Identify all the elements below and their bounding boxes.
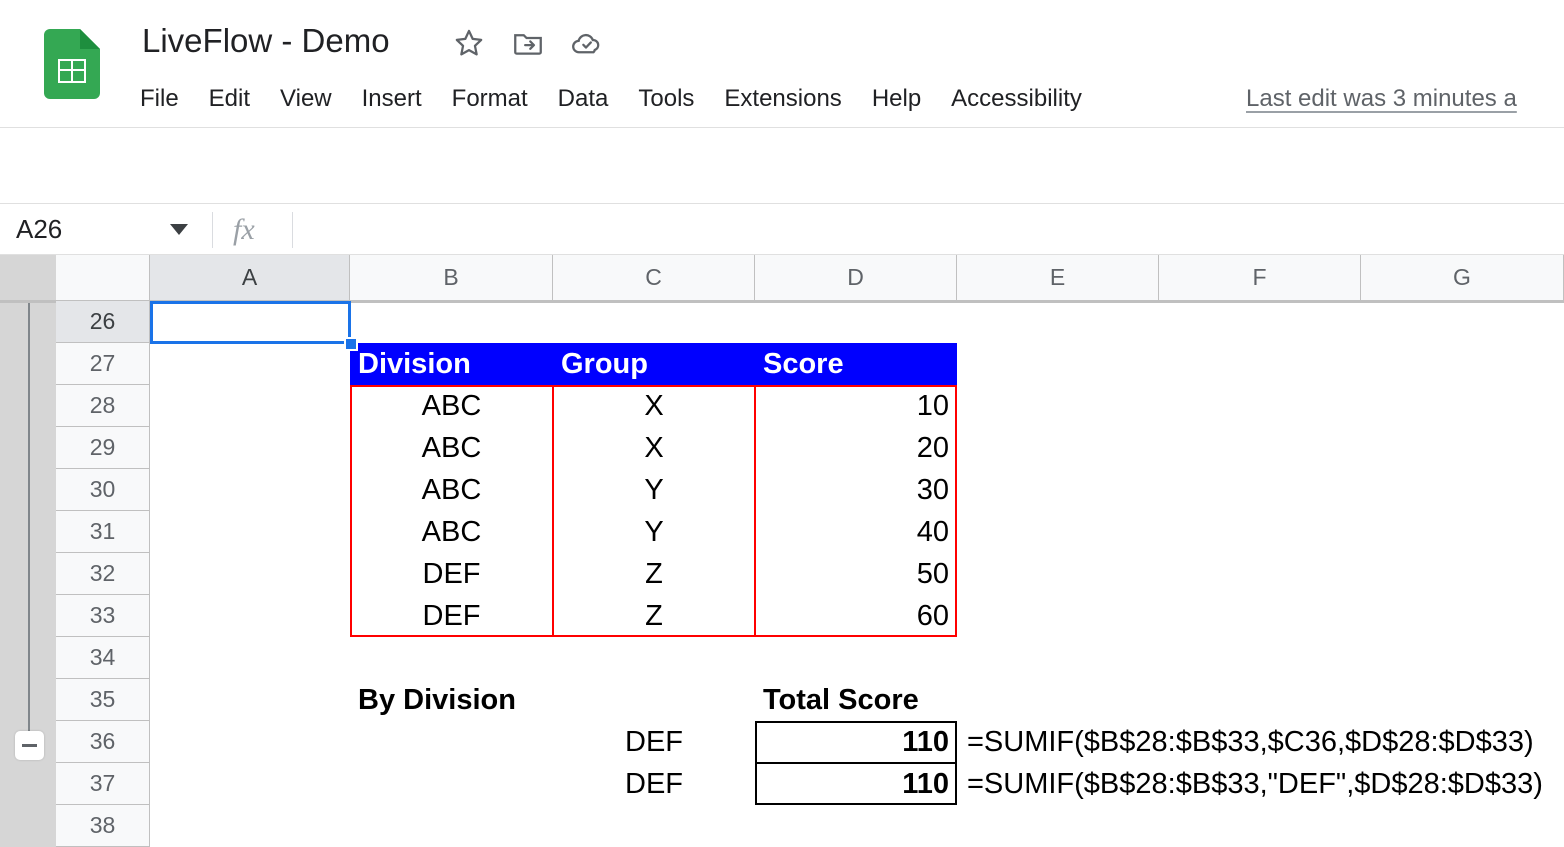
menu-item-tools[interactable]: Tools xyxy=(623,78,709,120)
row-header-33[interactable]: 33 xyxy=(56,595,150,637)
row-header-36[interactable]: 36 xyxy=(56,721,150,763)
cell-b29[interactable]: ABC xyxy=(350,427,553,469)
toolbar: 100% $ % .0 .00 123 Default (Ari... 10 B… xyxy=(0,127,1564,316)
menu-item-edit[interactable]: Edit xyxy=(194,78,265,120)
column-header-g[interactable]: G xyxy=(1361,255,1564,300)
row-header-37[interactable]: 37 xyxy=(56,763,150,805)
menu-bar: File Edit View Insert Format Data Tools … xyxy=(140,78,1097,120)
cell-c36[interactable]: DEF xyxy=(553,721,755,763)
row-header-27[interactable]: 27 xyxy=(56,343,150,385)
row-header-30[interactable]: 30 xyxy=(56,469,150,511)
cell-c29[interactable]: X xyxy=(553,427,755,469)
row-header-26[interactable]: 26 xyxy=(56,301,150,343)
formula-bar: A26 fx xyxy=(0,203,1564,255)
row-group-gutter-corner xyxy=(0,255,56,300)
cell-d35[interactable]: Total Score xyxy=(755,679,957,721)
cell-c31[interactable]: Y xyxy=(553,511,755,553)
name-box[interactable]: A26 xyxy=(0,204,212,254)
cell-c30[interactable]: Y xyxy=(553,469,755,511)
column-header-e[interactable]: E xyxy=(957,255,1159,300)
row-header-38[interactable]: 38 xyxy=(56,805,150,847)
collapse-group-icon[interactable] xyxy=(15,731,44,760)
menu-item-data[interactable]: Data xyxy=(543,78,624,120)
cell-d30[interactable]: 30 xyxy=(755,469,957,511)
name-box-chevron-down-icon[interactable] xyxy=(170,224,188,235)
document-title[interactable]: LiveFlow - Demo xyxy=(142,22,390,60)
formula-bar-divider-left xyxy=(212,212,213,248)
cell-d31[interactable]: 40 xyxy=(755,511,957,553)
cell-b27[interactable]: Division xyxy=(350,343,553,385)
cloud-saved-icon[interactable] xyxy=(570,26,604,60)
menu-item-file[interactable]: File xyxy=(140,78,194,120)
column-header-d[interactable]: D xyxy=(755,255,957,300)
title-bar: LiveFlow - Demo File Edit View Insert Fo… xyxy=(0,0,1564,127)
cell-d37[interactable]: 110 xyxy=(755,763,957,805)
cell-d33[interactable]: 60 xyxy=(755,595,957,637)
last-edit-status[interactable]: Last edit was 3 minutes a xyxy=(1246,78,1517,120)
spreadsheet-grid: ABCDEFG 26 27 28 29 30 31 32 33 34 35 36 37 38 Divis… xyxy=(0,255,1564,847)
row-group-bracket xyxy=(28,300,30,750)
row-header-29[interactable]: 29 xyxy=(56,427,150,469)
cell-e36[interactable]: =SUMIF($B$28:$B$33,$C36,$D$28:$D$33) xyxy=(957,721,1564,763)
cell-e37[interactable]: =SUMIF($B$28:$B$33,"DEF",$D$28:$D$33) xyxy=(957,763,1564,805)
cell-c32[interactable]: Z xyxy=(553,553,755,595)
menu-item-extensions[interactable]: Extensions xyxy=(709,78,856,120)
move-to-folder-icon[interactable] xyxy=(511,26,545,60)
cell-b33[interactable]: DEF xyxy=(350,595,553,637)
cell-d28[interactable]: 10 xyxy=(755,385,957,427)
fx-icon: fx xyxy=(233,213,255,246)
menu-item-format[interactable]: Format xyxy=(437,78,543,120)
cell-d36[interactable]: 110 xyxy=(755,721,957,763)
select-all-corner[interactable] xyxy=(56,255,150,300)
cell-c28[interactable]: X xyxy=(553,385,755,427)
row-header-35[interactable]: 35 xyxy=(56,679,150,721)
cell-b31[interactable]: ABC xyxy=(350,511,553,553)
cell-b30[interactable]: ABC xyxy=(350,469,553,511)
fill-handle[interactable] xyxy=(344,337,358,351)
row-header-28[interactable]: 28 xyxy=(56,385,150,427)
menu-item-accessibility[interactable]: Accessibility xyxy=(936,78,1097,120)
cell-b32[interactable]: DEF xyxy=(350,553,553,595)
row-header-34[interactable]: 34 xyxy=(56,637,150,679)
formula-bar-divider-right xyxy=(292,212,293,248)
column-header-a[interactable]: A xyxy=(150,255,350,300)
cell-d27[interactable]: Score xyxy=(755,343,957,385)
cell-b35[interactable]: By Division xyxy=(350,679,553,721)
name-box-value: A26 xyxy=(16,213,63,244)
column-header-c[interactable]: C xyxy=(553,255,755,300)
menu-item-insert[interactable]: Insert xyxy=(347,78,437,120)
cell-c37[interactable]: DEF xyxy=(553,763,755,805)
column-header-b[interactable]: B xyxy=(350,255,553,300)
row-header-32[interactable]: 32 xyxy=(56,553,150,595)
cell-c27[interactable]: Group xyxy=(553,343,755,385)
cells-area[interactable]: Division Group Score ABC X 10 ABC X 20 ABC Y 30 ABC Y… xyxy=(150,301,1564,847)
formula-input[interactable] xyxy=(306,204,1564,254)
star-icon[interactable] xyxy=(452,26,486,60)
cell-d29[interactable]: 20 xyxy=(755,427,957,469)
menu-item-view[interactable]: View xyxy=(265,78,347,120)
cell-c33[interactable]: Z xyxy=(553,595,755,637)
row-header-31[interactable]: 31 xyxy=(56,511,150,553)
sheets-logo-icon xyxy=(44,29,100,99)
cell-d32[interactable]: 50 xyxy=(755,553,957,595)
column-header-f[interactable]: F xyxy=(1159,255,1361,300)
menu-item-help[interactable]: Help xyxy=(857,78,936,120)
cell-b28[interactable]: ABC xyxy=(350,385,553,427)
spreadsheet-app: LiveFlow - Demo File Edit View Insert Fo… xyxy=(0,0,1564,847)
